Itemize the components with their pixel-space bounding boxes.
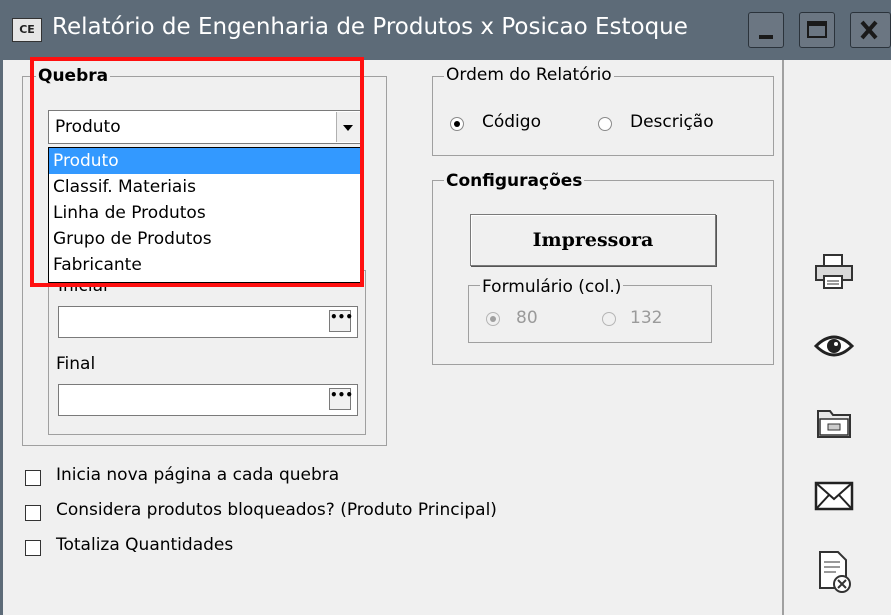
- formulario-80-radio[interactable]: [486, 312, 500, 326]
- minimize-button[interactable]: [748, 12, 784, 48]
- ordem-descricao-radio[interactable]: [598, 117, 612, 131]
- maximize-button[interactable]: [799, 12, 835, 48]
- impressora-label: Impressora: [532, 229, 654, 251]
- app-icon[interactable]: CE: [12, 18, 42, 42]
- ordem-codigo-radio[interactable]: [450, 117, 464, 131]
- nova-pagina-label[interactable]: Inicia nova página a cada quebra: [56, 465, 339, 485]
- printer-icon: [815, 254, 853, 289]
- email-button[interactable]: [812, 477, 856, 513]
- preview-button[interactable]: [812, 328, 856, 364]
- totaliza-checkbox[interactable]: [25, 540, 41, 556]
- formulario-132-label[interactable]: 132: [630, 308, 662, 328]
- config-label: Configurações: [444, 171, 585, 191]
- final-label: Final: [56, 354, 96, 374]
- final-input[interactable]: [58, 384, 358, 416]
- inicial-input[interactable]: [58, 306, 358, 338]
- formulario-132-radio[interactable]: [602, 312, 616, 326]
- print-button[interactable]: [812, 252, 856, 292]
- bloqueados-label[interactable]: Considera produtos bloqueados? (Produto …: [56, 500, 497, 520]
- close-icon: [860, 20, 878, 40]
- impressora-button[interactable]: Impressora: [470, 214, 716, 266]
- folder-icon: [817, 410, 851, 438]
- close-button[interactable]: [850, 12, 891, 48]
- bloqueados-checkbox[interactable]: [25, 505, 41, 521]
- close-report-button[interactable]: [812, 548, 856, 596]
- nova-pagina-checkbox[interactable]: [25, 470, 41, 486]
- final-lookup-button[interactable]: •••: [329, 388, 353, 410]
- maximize-icon: [807, 21, 827, 38]
- formulario-label: Formulário (col.): [480, 277, 624, 297]
- document-cancel-icon: [819, 551, 851, 593]
- totaliza-label[interactable]: Totaliza Quantidades: [56, 535, 233, 555]
- ordem-label: Ordem do Relatório: [444, 65, 614, 85]
- highlight-annotation: [30, 57, 364, 287]
- formulario-80-label[interactable]: 80: [516, 308, 538, 328]
- envelope-icon: [814, 481, 854, 511]
- export-button[interactable]: [812, 403, 856, 441]
- ordem-codigo-label[interactable]: Código: [482, 112, 541, 132]
- window-title: Relatório de Engenharia de Produtos x Po…: [52, 14, 688, 40]
- inicial-lookup-button[interactable]: •••: [329, 310, 353, 332]
- eye-icon: [813, 335, 855, 357]
- ordem-descricao-label[interactable]: Descrição: [630, 112, 714, 132]
- minimize-icon: [759, 35, 773, 39]
